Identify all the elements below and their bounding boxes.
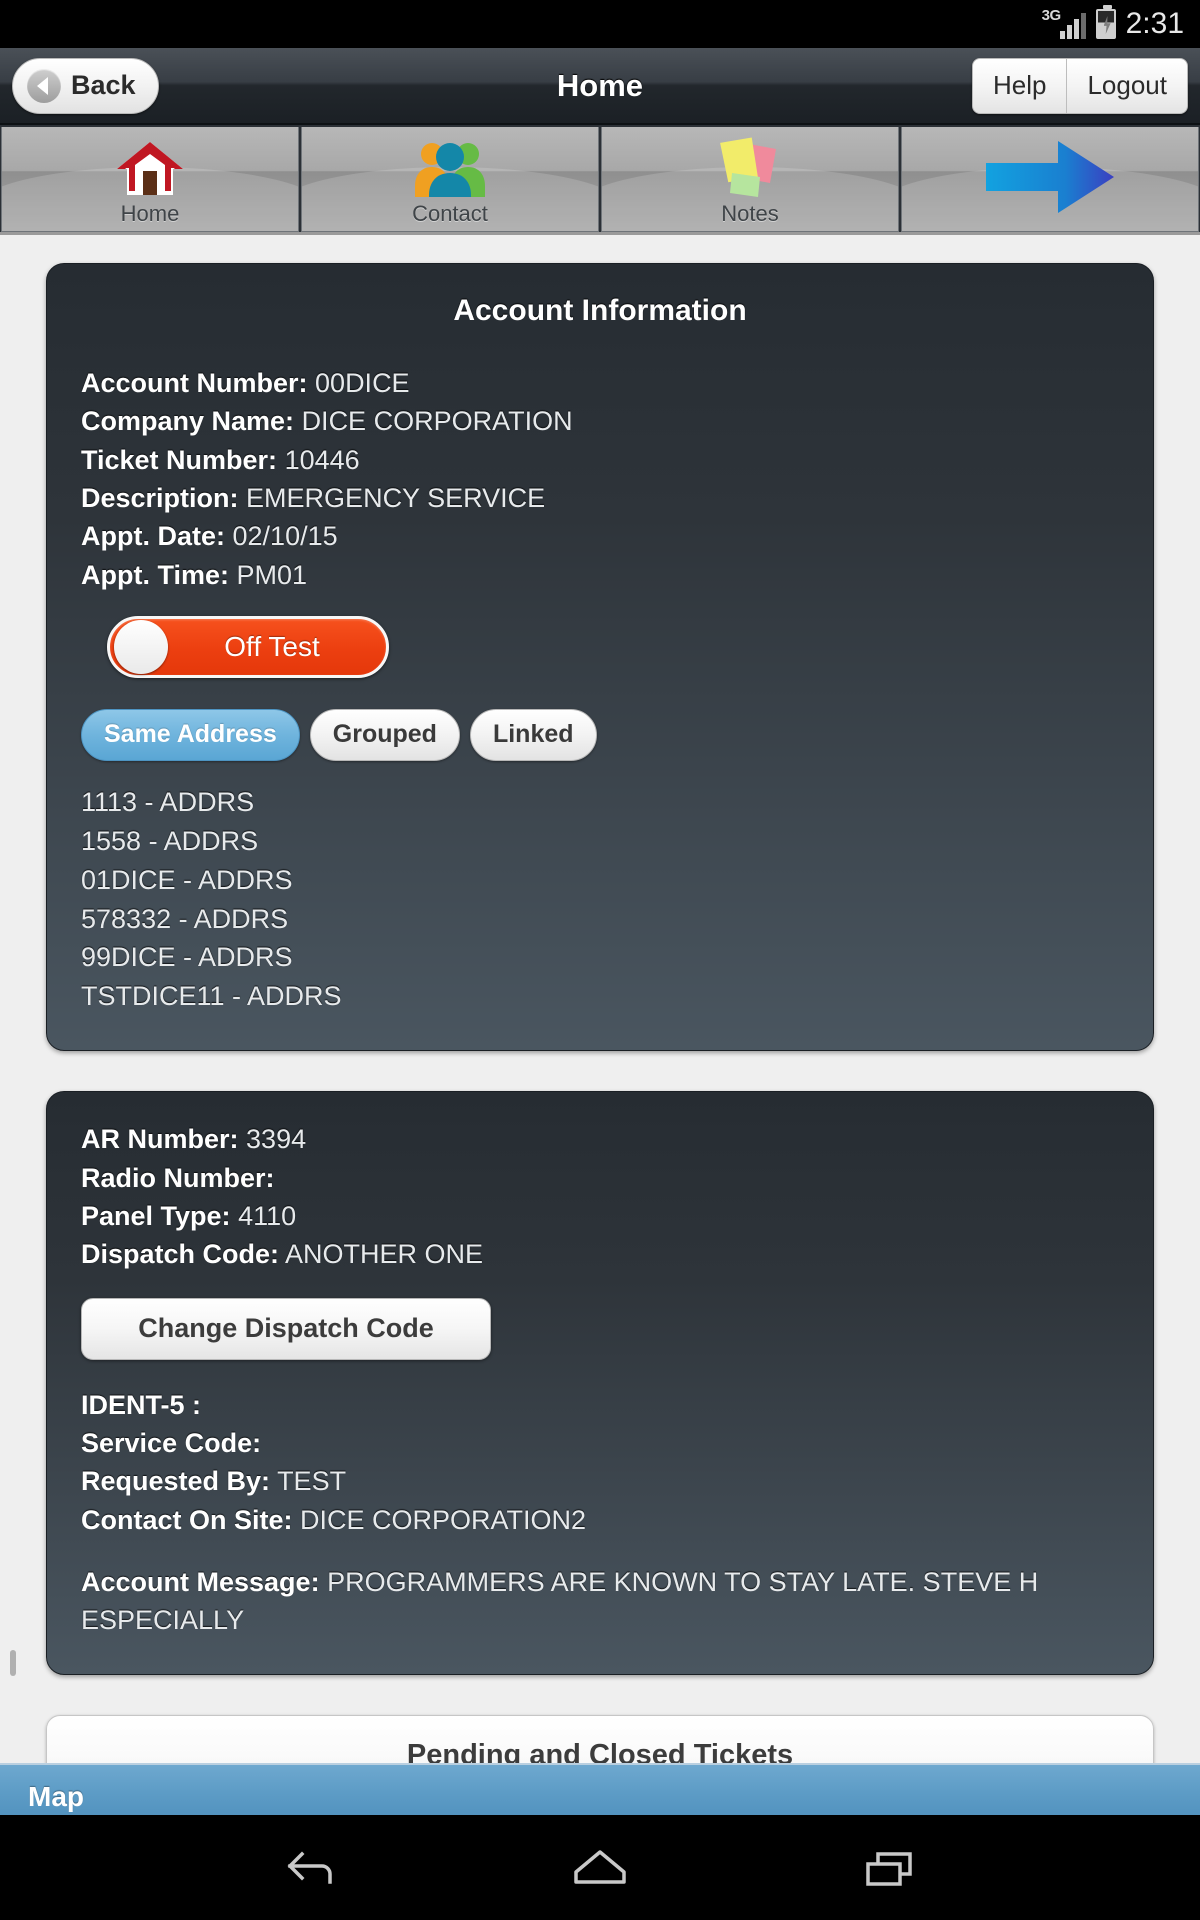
field-label: Account Message:: [81, 1566, 320, 1597]
status-bar: 3G 2:31: [0, 0, 1200, 48]
network-type-label: 3G: [1041, 7, 1062, 24]
address-list: 1113 - ADDRS 1558 - ADDRS 01DICE - ADDRS…: [81, 783, 1119, 1016]
field-radio-number: Radio Number:: [81, 1159, 1119, 1197]
field-company-name: Company Name: DICE CORPORATION: [81, 402, 1119, 440]
field-label: Radio Number:: [81, 1162, 275, 1193]
off-test-toggle-row: Off Test: [107, 615, 1119, 679]
tab-strip: Home Contact Notes: [0, 125, 1200, 235]
account-card-title: Account Information: [453, 294, 747, 327]
field-label: IDENT-5 :: [81, 1389, 202, 1420]
map-section-title: Map: [28, 1781, 84, 1812]
field-ident-5: IDENT-5 :: [81, 1386, 1119, 1424]
field-value: 3394: [246, 1124, 307, 1155]
list-item[interactable]: TSTDICE11 - ADDRS: [81, 977, 1119, 1016]
field-label: Ticket Number:: [81, 444, 278, 475]
field-label: Contact On Site:: [81, 1504, 293, 1535]
status-bar-clock: 2:31: [1125, 7, 1184, 40]
help-button[interactable]: Help: [973, 59, 1066, 113]
field-value: 02/10/15: [232, 521, 338, 552]
change-dispatch-code-button[interactable]: Change Dispatch Code: [81, 1297, 491, 1360]
app-nav-bar: Back Home Help Logout: [0, 48, 1200, 125]
nav-right-group: Help Logout: [971, 57, 1188, 114]
field-value: DICE CORPORATION: [301, 406, 573, 437]
field-account-message: Account Message: PROGRAMMERS ARE KNOWN T…: [81, 1563, 1119, 1640]
field-service-code: Service Code:: [81, 1424, 1119, 1462]
phone-screen: 3G 2:31 Back Home Help Logout Home Conta…: [0, 0, 1200, 1920]
field-label: Account Number:: [81, 368, 308, 398]
field-label: Panel Type:: [81, 1200, 231, 1231]
field-value: PM01: [236, 559, 308, 590]
field-description: Description: EMERGENCY SERVICE: [81, 479, 1119, 517]
off-test-toggle[interactable]: Off Test: [107, 615, 389, 678]
segment-linked[interactable]: Linked: [469, 708, 597, 761]
segment-grouped[interactable]: Grouped: [309, 708, 460, 761]
field-ar-number: AR Number: 3394: [81, 1120, 1119, 1158]
field-value: 10446: [284, 444, 360, 475]
tab-contact[interactable]: Contact: [301, 127, 599, 232]
battery-charging-icon: [1095, 5, 1116, 39]
field-label: Description:: [81, 482, 239, 513]
tab-notes-label: Notes: [721, 201, 779, 226]
field-appt-date: Appt. Date: 02/10/15: [81, 517, 1119, 555]
main-content: Account Information Account Number: 00DI…: [0, 235, 1200, 1815]
list-item[interactable]: 01DICE - ADDRS: [81, 861, 1119, 900]
field-value: ANOTHER ONE: [285, 1239, 484, 1270]
field-label: Service Code:: [81, 1427, 262, 1458]
field-value: TEST: [277, 1466, 347, 1497]
field-label: AR Number:: [81, 1124, 239, 1155]
field-label: Appt. Date:: [81, 521, 225, 552]
field-value: EMERGENCY SERVICE: [246, 482, 546, 513]
android-navigation-bar: [0, 1815, 1200, 1920]
tab-more[interactable]: [901, 127, 1199, 232]
toggle-knob[interactable]: [114, 619, 168, 674]
sticky-notes-icon: [714, 135, 786, 201]
account-information-card: Account Information Account Number: 00DI…: [46, 263, 1154, 1052]
address-filter-segmented-control: Same Address Grouped Linked: [81, 708, 1119, 761]
android-home-icon[interactable]: [555, 1838, 645, 1898]
chevron-left-icon: [27, 68, 61, 103]
list-item[interactable]: 1558 - ADDRS: [81, 822, 1119, 861]
off-test-toggle-label: Off Test: [224, 630, 320, 662]
android-back-icon[interactable]: [265, 1838, 355, 1898]
list-item[interactable]: 578332 - ADDRS: [81, 900, 1119, 939]
field-appt-time: Appt. Time: PM01: [81, 556, 1119, 594]
scrollbar-thumb[interactable]: [10, 1650, 16, 1676]
segment-same-address[interactable]: Same Address: [81, 708, 300, 761]
field-panel-type: Panel Type: 4110: [81, 1197, 1119, 1235]
tab-contact-label: Contact: [412, 201, 488, 226]
field-ticket-number: Ticket Number: 10446: [81, 441, 1119, 479]
house-icon: [115, 135, 185, 201]
field-account-number: Account Number: 00DICE: [81, 364, 1119, 402]
map-section-header[interactable]: Map: [0, 1763, 1200, 1815]
tab-home[interactable]: Home: [1, 127, 299, 232]
tab-notes[interactable]: Notes: [601, 127, 899, 232]
field-contact-on-site: Contact On Site: DICE CORPORATION2: [81, 1501, 1119, 1539]
field-label: Appt. Time:: [81, 559, 229, 590]
list-item[interactable]: 99DICE - ADDRS: [81, 938, 1119, 977]
field-label: Dispatch Code:: [81, 1239, 280, 1270]
field-value: 00DICE: [315, 368, 410, 398]
back-button-label: Back: [71, 70, 136, 100]
people-icon: [409, 135, 491, 201]
field-dispatch-code: Dispatch Code: ANOTHER ONE: [81, 1235, 1119, 1273]
field-requested-by: Requested By: TEST: [81, 1462, 1119, 1500]
ticket-details-card: AR Number: 3394 Radio Number: Panel Type…: [46, 1091, 1154, 1675]
tab-home-label: Home: [120, 201, 180, 226]
signal-strength-icon: 3G: [1041, 7, 1086, 39]
page-title: Home: [556, 67, 644, 103]
list-item[interactable]: 1113 - ADDRS: [81, 783, 1119, 822]
android-recents-icon[interactable]: [845, 1838, 935, 1898]
field-label: Company Name:: [81, 406, 295, 437]
field-label: Requested By:: [81, 1466, 271, 1497]
field-value: 4110: [238, 1200, 297, 1231]
back-button[interactable]: Back: [12, 57, 159, 114]
logout-button[interactable]: Logout: [1066, 58, 1187, 113]
field-value: DICE CORPORATION2: [300, 1504, 587, 1535]
blue-arrow-right-icon: [980, 127, 1120, 227]
